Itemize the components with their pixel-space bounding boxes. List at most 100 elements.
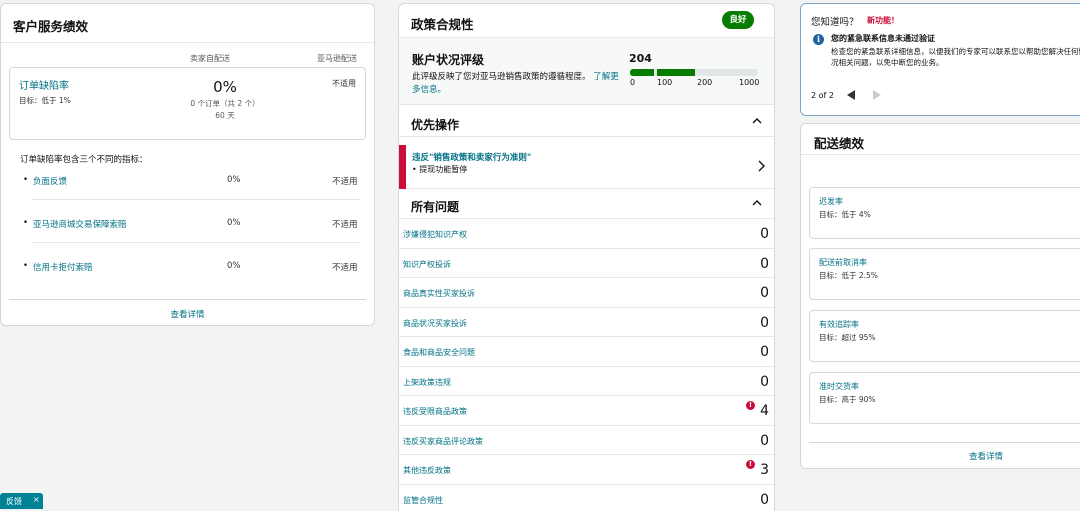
ahr-score: 204 (629, 52, 652, 65)
odr-order-count: 0 个订单（共 2 个） (190, 99, 260, 108)
sub-metric-link[interactable]: 信用卡拒付索赔 (33, 261, 93, 273)
col-header-seller: 卖家自配送 (190, 54, 230, 63)
ahr-tick: 100 (657, 78, 673, 87)
new-feature-label: 新功能！ (867, 16, 899, 25)
odr-percent: 0% (213, 78, 237, 96)
issue-link[interactable]: 食品和商品安全问题 (403, 347, 475, 358)
issue-link[interactable]: 其他违反政策 (403, 465, 451, 476)
policy-compliance-card: 政策合规性 良好 账户状况评级 此评级反映了您对亚马逊销售政策的遵循程度。 了解… (398, 3, 775, 511)
sub-metric-row: • 信用卡拒付索赔 0% 不适用 (23, 261, 363, 281)
sub-metric-pct: 0% (227, 175, 241, 185)
shipping-metric-link[interactable]: 有效追踪率 (819, 319, 859, 330)
ahr-bar-segment (657, 69, 695, 76)
shipping-metric-target: 目标：超过 95% (819, 333, 876, 342)
issue-row[interactable]: 上架政策违规 0 (399, 367, 774, 396)
priority-actions-label: 优先操作 (411, 118, 460, 132)
sub-metric-link[interactable]: 亚马逊商城交易保障索赔 (33, 218, 127, 230)
divider (801, 154, 1080, 155)
issue-count: 0 (760, 344, 769, 360)
sub-metric-link[interactable]: 负面反馈 (33, 175, 67, 187)
ahr-tick: 200 (697, 78, 713, 87)
account-health-rating: 账户状况评级 此评级反映了您对亚马逊销售政策的遵循程度。 了解更多信息。 204… (399, 37, 774, 105)
ahr-bar-segment (630, 69, 654, 76)
issue-link[interactable]: 商品真实性买家投诉 (403, 288, 475, 299)
issue-count: 0 (760, 373, 769, 390)
issue-count: 0 (760, 255, 769, 272)
issue-link[interactable]: 违反买家商品评论政策 (403, 436, 483, 447)
feedback-label[interactable]: 反馈 (6, 496, 22, 507)
priority-actions-header[interactable]: 优先操作 (399, 107, 774, 137)
bullet: • (23, 261, 29, 271)
status-badge: 良好 (722, 11, 754, 29)
priority-action-item[interactable]: 违反"销售政策和卖家行为准则" • 提现功能暂停 (399, 145, 774, 189)
all-issues-header[interactable]: 所有问题 (399, 189, 774, 219)
chevron-up-icon[interactable] (752, 198, 762, 208)
shipping-metric-target: 目标：低于 4% (819, 210, 871, 219)
sub-metric-pct: 0% (227, 218, 241, 228)
issue-row[interactable]: 监管合规性 0 (399, 485, 774, 511)
odr-target: 目标：低于 1% (19, 96, 71, 105)
sub-metric-pct: 0% (227, 261, 241, 271)
did-you-know-card: 您知道吗？ 新功能！ i 您的紧急联系信息未通过验证 检查您的紧急联系详细信息，… (800, 3, 1080, 116)
issue-count: 0 (760, 314, 769, 331)
feedback-tab[interactable]: 反馈 × (0, 493, 43, 509)
odr-box: 订单缺陷率 目标：低于 1% 0% 0 个订单（共 2 个） 60 天 不适用 (9, 67, 366, 140)
ahr-desc-text: 此评级反映了您对亚马逊销售政策的遵循程度。 (412, 72, 591, 82)
info-icon: i (813, 34, 824, 45)
shipping-title: 配送绩效 (814, 136, 865, 151)
issue-row[interactable]: 知识产权投诉 0 (399, 249, 774, 278)
issue-link[interactable]: 商品状况买家投诉 (403, 318, 467, 329)
alert-bar (399, 145, 406, 189)
odr-link[interactable]: 订单缺陷率 (19, 77, 69, 92)
notice-body: 检查您的紧急联系详细信息，以便我们的专家可以联系您以帮助您解决任何情况相关问题，… (831, 47, 1080, 67)
issue-row[interactable]: 商品状况买家投诉 0 (399, 308, 774, 337)
did-you-know-title: 您知道吗？ (811, 17, 859, 28)
shipping-metric-target: 目标：高于 90% (819, 395, 876, 404)
shipping-metric-link[interactable]: 准时交货率 (819, 381, 859, 392)
shipping-metric-box: 配送前取消率 目标：低于 2.5% (809, 248, 1080, 300)
shipping-metric-box: 有效追踪率 目标：超过 95% (809, 310, 1080, 362)
issue-count: 0 (760, 285, 769, 301)
issue-row[interactable]: 违反受限商品政策 ! 4 (399, 396, 774, 426)
issue-link[interactable]: 上架政策违规 (403, 377, 451, 388)
issue-link[interactable]: 监管合规性 (403, 495, 443, 506)
sub-metric-row: • 亚马逊商城交易保障索赔 0% 不适用 (23, 218, 363, 238)
shipping-performance-card: 配送绩效 迟发率 目标：低于 4% 配送前取消率 目标：低于 2.5% 有效追踪… (800, 123, 1080, 469)
divider (809, 442, 1080, 443)
shipping-metric-box: 准时交货率 目标：高于 90% (809, 372, 1080, 424)
issue-link[interactable]: 知识产权投诉 (403, 259, 451, 270)
previous-arrow-icon[interactable] (845, 89, 857, 101)
customer-service-title: 客户服务绩效 (13, 19, 89, 34)
issue-link[interactable]: 涉嫌侵犯知识产权 (403, 229, 467, 240)
issue-row[interactable]: 其他违反政策 ! 3 (399, 455, 774, 485)
shipping-metric-link[interactable]: 迟发率 (819, 196, 843, 207)
shipping-metric-target: 目标：低于 2.5% (819, 271, 878, 280)
priority-action-sub: • 提现功能暂停 (412, 165, 468, 174)
priority-action-title[interactable]: 违反"销售政策和卖家行为准则" (412, 151, 531, 163)
chevron-up-icon[interactable] (752, 116, 762, 126)
alert-icon: ! (746, 401, 755, 410)
alert-icon: ! (746, 460, 755, 469)
issue-row[interactable]: 涉嫌侵犯知识产权 0 (399, 219, 774, 249)
next-arrow-icon[interactable] (871, 89, 883, 101)
ahr-title: 账户状况评级 (412, 53, 485, 67)
view-details-link[interactable]: 查看详情 (1, 308, 374, 320)
ahr-progress-bar (630, 69, 758, 76)
issue-count: 0 (760, 432, 769, 449)
shipping-metric-link[interactable]: 配送前取消率 (819, 257, 867, 268)
issue-link[interactable]: 违反受限商品政策 (403, 406, 467, 417)
issue-row[interactable]: 食品和商品安全问题 0 (399, 337, 774, 367)
chevron-right-icon[interactable] (756, 159, 766, 173)
issue-count: 0 (760, 491, 769, 508)
issue-row[interactable]: 商品真实性买家投诉 0 (399, 278, 774, 308)
sub-metric-amazon: 不适用 (332, 263, 358, 273)
odr-detail: 0 个订单（共 2 个） 60 天 (180, 98, 270, 122)
shipping-metric-box: 迟发率 目标：低于 4% (809, 187, 1080, 239)
bullet: • (23, 218, 29, 228)
view-details-link[interactable]: 查看详情 (801, 450, 1080, 462)
close-icon[interactable]: × (33, 495, 40, 504)
odr-amazon-value: 不适用 (332, 79, 356, 88)
all-issues-label: 所有问题 (411, 200, 460, 214)
sub-metric-row: • 负面反馈 0% 不适用 (23, 175, 363, 195)
issue-row[interactable]: 违反买家商品评论政策 0 (399, 426, 774, 455)
